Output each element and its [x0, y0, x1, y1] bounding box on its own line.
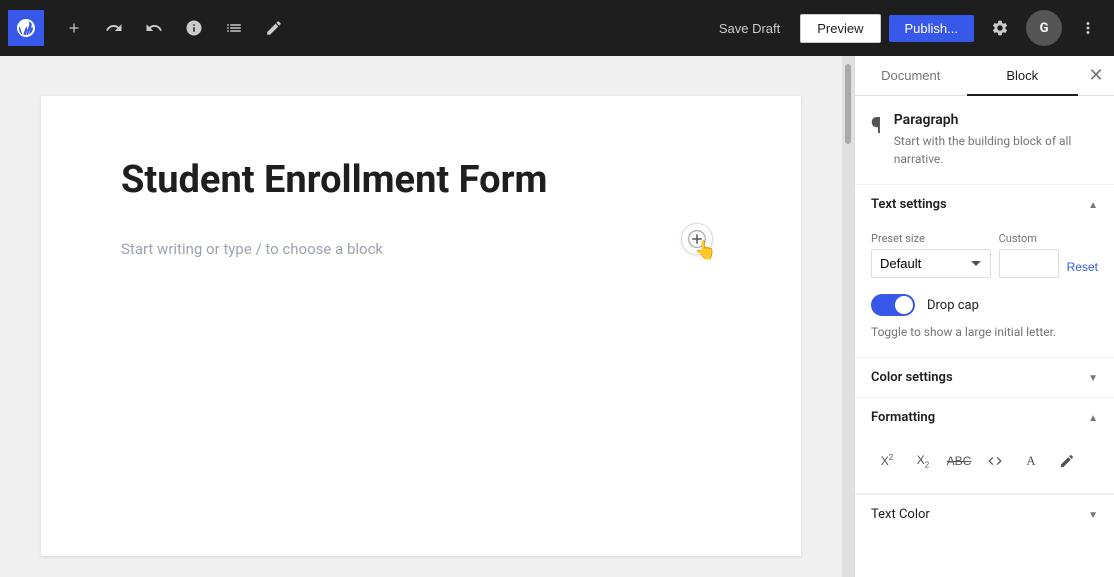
text-color-section: Text Color — [855, 494, 1114, 534]
sidebar-tabs: Document Block ✕ — [855, 56, 1114, 96]
preset-size-select[interactable]: Default Small Medium Large Extra Large — [871, 249, 991, 278]
tools-button[interactable] — [256, 10, 292, 46]
block-info: ¶ Paragraph Start with the building bloc… — [855, 96, 1114, 185]
list-view-button[interactable] — [216, 10, 252, 46]
text-settings-chevron — [1088, 197, 1098, 212]
sidebar-content: ¶ Paragraph Start with the building bloc… — [855, 96, 1114, 577]
reset-button[interactable]: Reset — [1067, 256, 1098, 278]
editor-canvas: Student Enrollment Form Start writing or… — [41, 96, 801, 556]
text-color-chevron — [1088, 507, 1098, 522]
formatting-section: Formatting X2 X2 ABC — [855, 398, 1114, 494]
drop-cap-label: Drop cap — [927, 298, 979, 313]
subscript-button[interactable]: X2 — [907, 445, 939, 477]
color-settings-chevron — [1088, 370, 1098, 385]
custom-label: Custom — [999, 232, 1059, 245]
block-name: Paragraph — [894, 112, 1098, 128]
add-block-toolbar-button[interactable] — [56, 10, 92, 46]
preset-field-group: Preset size Default Small Medium Large E… — [871, 232, 991, 278]
sidebar: Document Block ✕ ¶ Paragraph Start with … — [854, 56, 1114, 577]
paragraph-block[interactable]: Start writing or type / to choose a bloc… — [121, 237, 721, 261]
text-settings-section: Text settings Preset size Default Small … — [855, 185, 1114, 358]
toggle-knob — [895, 296, 913, 314]
preview-button[interactable]: Preview — [800, 14, 880, 43]
preset-custom-row: Preset size Default Small Medium Large E… — [871, 232, 1098, 278]
save-draft-button[interactable]: Save Draft — [707, 15, 792, 42]
info-button[interactable] — [176, 10, 212, 46]
custom-field-group: Custom — [999, 232, 1059, 278]
tab-document[interactable]: Document — [855, 56, 967, 95]
block-description: Start with the building block of all nar… — [894, 132, 1098, 168]
text-color-label: Text Color — [871, 507, 930, 522]
post-title[interactable]: Student Enrollment Form — [121, 156, 721, 205]
user-avatar[interactable]: G — [1026, 10, 1062, 46]
formatting-row: X2 X2 ABC A — [871, 445, 1098, 477]
formatting-label: Formatting — [871, 410, 935, 425]
tab-block[interactable]: Block — [967, 56, 1079, 95]
add-block-inline-button[interactable]: 👆 — [681, 223, 713, 255]
drop-cap-description: Toggle to show a large initial letter. — [871, 324, 1098, 341]
more-options-button[interactable] — [1070, 10, 1106, 46]
toolbar: Save Draft Preview Publish... G — [0, 0, 1114, 56]
inline-code-button[interactable] — [979, 445, 1011, 477]
color-settings-label: Color settings — [871, 370, 953, 385]
paragraph-placeholder: Start writing or type / to choose a bloc… — [121, 240, 383, 258]
superscript-button[interactable]: X2 — [871, 445, 903, 477]
color-settings-section: Color settings — [855, 358, 1114, 398]
link-button[interactable] — [1051, 445, 1083, 477]
editor-area[interactable]: Student Enrollment Form Start writing or… — [0, 56, 842, 577]
formatting-content: X2 X2 ABC A — [855, 437, 1114, 493]
publish-button[interactable]: Publish... — [889, 15, 974, 42]
strikethrough-button[interactable]: ABC — [943, 445, 975, 477]
text-settings-header[interactable]: Text settings — [855, 185, 1114, 224]
color-settings-header[interactable]: Color settings — [855, 358, 1114, 397]
text-settings-label: Text settings — [871, 197, 947, 212]
block-info-text: Paragraph Start with the building block … — [894, 112, 1098, 168]
wp-logo[interactable] — [8, 10, 44, 46]
undo-button[interactable] — [96, 10, 132, 46]
keyboard-input-button[interactable]: A — [1015, 445, 1047, 477]
scroll-thumb[interactable] — [845, 64, 851, 144]
preset-label: Preset size — [871, 232, 991, 245]
redo-button[interactable] — [136, 10, 172, 46]
drop-cap-row: Drop cap — [871, 294, 1098, 316]
scroll-track[interactable] — [842, 56, 854, 577]
text-settings-content: Preset size Default Small Medium Large E… — [855, 224, 1114, 357]
custom-size-input[interactable] — [999, 249, 1059, 278]
formatting-chevron — [1088, 410, 1098, 425]
paragraph-block-icon: ¶ — [871, 112, 882, 139]
main-area: Student Enrollment Form Start writing or… — [0, 56, 1114, 577]
drop-cap-toggle[interactable] — [871, 294, 915, 316]
close-sidebar-button[interactable]: ✕ — [1078, 58, 1114, 94]
formatting-header[interactable]: Formatting — [855, 398, 1114, 437]
settings-button[interactable] — [982, 10, 1018, 46]
